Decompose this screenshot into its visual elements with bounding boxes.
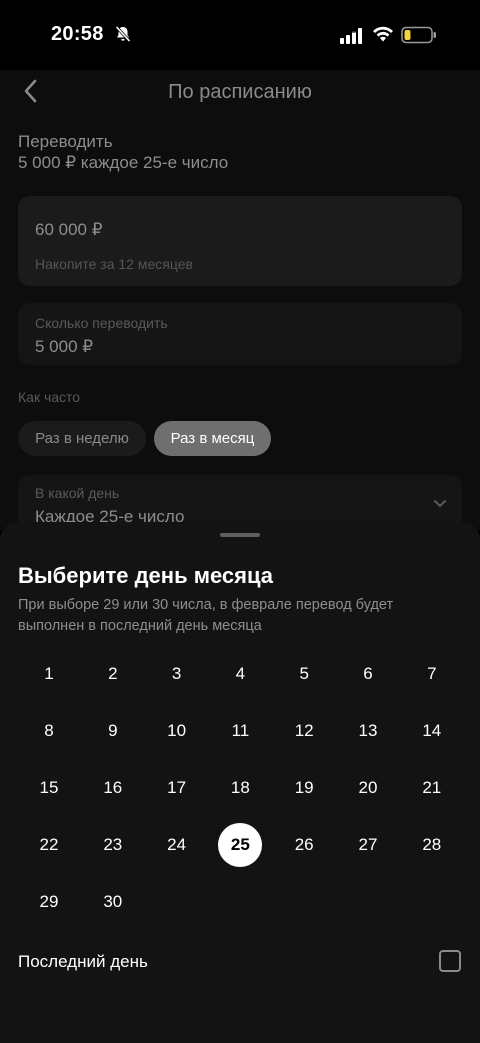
status-bar: 20:58 (0, 0, 480, 70)
day-4[interactable]: 4 (218, 652, 262, 696)
battery-icon (401, 26, 437, 49)
day-22[interactable]: 22 (27, 823, 71, 867)
day-27[interactable]: 27 (346, 823, 390, 867)
day-picker-sheet: Выберите день месяца При выборе 29 или 3… (0, 522, 480, 1043)
day-23[interactable]: 23 (91, 823, 135, 867)
day-21[interactable]: 21 (410, 766, 454, 810)
day-26[interactable]: 26 (282, 823, 326, 867)
day-3[interactable]: 3 (155, 652, 199, 696)
day-17[interactable]: 17 (155, 766, 199, 810)
amount-field[interactable]: Сколько переводить 5 000 ₽ (18, 303, 462, 365)
signal-icon (340, 28, 362, 49)
day-19[interactable]: 19 (282, 766, 326, 810)
day-10[interactable]: 10 (155, 709, 199, 753)
day-29[interactable]: 29 (27, 880, 71, 924)
day-13[interactable]: 13 (346, 709, 390, 753)
day-24[interactable]: 24 (155, 823, 199, 867)
day-30[interactable]: 30 (91, 880, 135, 924)
day-11[interactable]: 11 (218, 709, 262, 753)
day-select-label: В какой день (35, 485, 120, 501)
frequency-label: Как часто (18, 389, 81, 405)
sheet-title: Выберите день месяца (18, 563, 274, 588)
day-1[interactable]: 1 (27, 652, 71, 696)
sheet-drag-handle[interactable] (220, 533, 260, 537)
frequency-weekly-button[interactable]: Раз в неделю (18, 421, 146, 456)
day-12[interactable]: 12 (282, 709, 326, 753)
last-day-checkbox[interactable] (439, 950, 461, 972)
last-day-label: Последний день (18, 952, 148, 971)
day-15[interactable]: 15 (27, 766, 71, 810)
day-20[interactable]: 20 (346, 766, 390, 810)
amount-field-value: 5 000 ₽ (35, 337, 94, 356)
goal-card[interactable]: 60 000 ₽ Накопите за 12 месяцев (18, 196, 462, 286)
transfer-summary: 5 000 ₽ каждое 25-е число (18, 153, 229, 172)
day-28[interactable]: 28 (410, 823, 454, 867)
sheet-description: При выборе 29 или 30 числа, в феврале пе… (18, 597, 394, 634)
day-2[interactable]: 2 (91, 652, 135, 696)
day-18[interactable]: 18 (218, 766, 262, 810)
wifi-icon (372, 25, 394, 48)
nav-bar: По расписанию (0, 70, 480, 116)
bell-slash-icon (114, 25, 132, 48)
day-25[interactable]: 25 (218, 823, 263, 867)
goal-hint: Накопите за 12 месяцев (35, 256, 193, 272)
chevron-down-icon (432, 497, 448, 515)
day-6[interactable]: 6 (346, 652, 390, 696)
day-16[interactable]: 16 (91, 766, 135, 810)
transfer-label: Переводить (18, 132, 113, 151)
page-title: По расписанию (168, 81, 312, 103)
frequency-monthly-button[interactable]: Раз в месяц (154, 421, 271, 456)
day-9[interactable]: 9 (91, 709, 135, 753)
schedule-screen: По расписанию Переводить 5 000 ₽ каждое … (0, 70, 480, 535)
amount-field-label: Сколько переводить (35, 315, 168, 331)
goal-amount: 60 000 ₽ (35, 220, 103, 239)
day-14[interactable]: 14 (410, 709, 454, 753)
day-7[interactable]: 7 (410, 652, 454, 696)
status-time: 20:58 (51, 23, 104, 45)
day-5[interactable]: 5 (282, 652, 326, 696)
day-8[interactable]: 8 (27, 709, 71, 753)
